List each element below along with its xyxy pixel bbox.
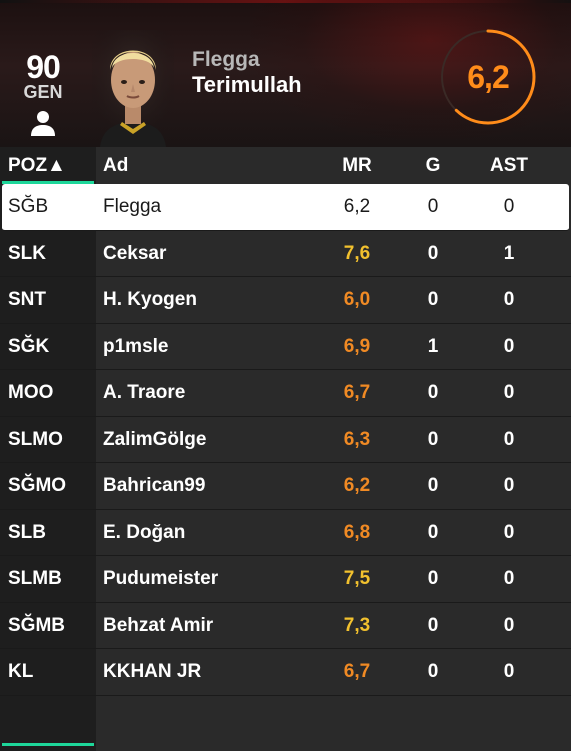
player-name: Flegga xyxy=(103,196,162,217)
position-column-footer-line xyxy=(2,743,94,746)
column-header-name[interactable]: Ad xyxy=(103,155,128,177)
table-row[interactable]: SĞMO Bahrican99 6,2 0 0 xyxy=(0,463,571,510)
player-last-name: Terimullah xyxy=(192,72,302,97)
column-header-position[interactable]: POZ▲ xyxy=(8,155,66,177)
player-match-rating: 6,2 xyxy=(343,475,371,496)
player-name: Behzat Amir xyxy=(103,614,214,636)
player-position: MOO xyxy=(8,382,54,403)
player-position: SLB xyxy=(8,521,46,543)
player-goals: 1 xyxy=(427,335,439,357)
column-header-assists[interactable]: AST xyxy=(480,155,538,177)
player-match-rating: 6,7 xyxy=(343,382,371,403)
player-assists: 0 xyxy=(503,661,515,682)
overall-label: GEN xyxy=(23,82,63,102)
table-row[interactable]: SLMB Pudumeister 7,5 0 0 xyxy=(0,556,571,603)
player-name: ZalimGölge xyxy=(103,428,207,450)
player-goals: 0 xyxy=(427,614,439,636)
player-goals: 0 xyxy=(427,661,439,682)
player-position: SLMO xyxy=(8,428,63,450)
player-match-rating: 6,7 xyxy=(343,661,371,682)
player-position: SNT xyxy=(8,289,46,310)
player-assists: 0 xyxy=(503,196,515,217)
player-assists: 0 xyxy=(503,428,515,450)
player-match-rating: 6,2 xyxy=(343,196,371,217)
player-match-rating: 7,3 xyxy=(343,614,371,636)
player-goals: 0 xyxy=(427,568,439,589)
player-goals: 0 xyxy=(427,521,439,543)
player-assists: 0 xyxy=(503,289,515,310)
player-position: SĞB xyxy=(8,196,49,217)
table-row[interactable]: SLB E. Doğan 6,8 0 0 xyxy=(0,510,571,556)
player-name-block: Flegga Terimullah xyxy=(192,48,302,97)
player-position: SLMB xyxy=(8,568,62,589)
player-assists: 1 xyxy=(503,242,515,264)
table-row[interactable]: MOO A. Traore 6,7 0 0 xyxy=(0,370,571,417)
overall-rating: 90 GEN xyxy=(14,50,72,101)
column-header-goals[interactable]: G xyxy=(412,155,454,177)
player-name: A. Traore xyxy=(103,382,186,403)
player-name: Ceksar xyxy=(103,242,167,264)
player-goals: 0 xyxy=(427,242,439,264)
player-assists: 0 xyxy=(503,335,515,357)
player-goals: 0 xyxy=(427,196,439,217)
overall-value: 90 xyxy=(26,49,61,85)
player-goals: 0 xyxy=(427,475,439,496)
player-header: 90 GEN Flegga Terimullah 6,2 xyxy=(0,0,571,147)
person-icon[interactable] xyxy=(29,109,57,137)
player-match-rating: 7,6 xyxy=(343,242,371,264)
table-body: SĞB Flegga 6,2 0 0 SLK Ceksar 7,6 0 1 SNT H. Kyogen… xyxy=(0,184,571,696)
table-row[interactable]: SĞMB Behzat Amir 7,3 0 0 xyxy=(0,603,571,649)
player-name: Pudumeister xyxy=(103,568,219,589)
player-assists: 0 xyxy=(503,475,515,496)
table-row[interactable]: SLK Ceksar 7,6 0 1 xyxy=(0,231,571,277)
table-row[interactable]: SĞK p1msle 6,9 1 0 xyxy=(0,324,571,370)
player-position: SĞK xyxy=(8,335,50,357)
player-name: Bahrican99 xyxy=(103,475,206,496)
player-match-rating: 6,0 xyxy=(343,289,371,310)
player-goals: 0 xyxy=(427,428,439,450)
player-position: SLK xyxy=(8,242,46,264)
player-goals: 0 xyxy=(427,382,439,403)
column-header-match-rating[interactable]: MR xyxy=(326,155,388,177)
player-assists: 0 xyxy=(503,382,515,403)
player-assists: 0 xyxy=(503,614,515,636)
player-name: H. Kyogen xyxy=(103,289,197,310)
player-match-rating: 6,3 xyxy=(343,428,371,450)
player-goals: 0 xyxy=(427,289,439,310)
player-position: SĞMO xyxy=(8,475,67,496)
player-position: SĞMB xyxy=(8,614,65,636)
table-header-row: POZ▲ Ad MR G AST xyxy=(0,147,571,184)
player-name: E. Doğan xyxy=(103,521,186,543)
player-portrait xyxy=(92,30,174,147)
table-row[interactable]: SLMO ZalimGölge 6,3 0 0 xyxy=(0,417,571,463)
player-name: KKHAN JR xyxy=(103,661,202,682)
table-row[interactable]: KL KKHAN JR 6,7 0 0 xyxy=(0,649,571,696)
player-match-rating: 7,5 xyxy=(343,568,371,589)
player-first-name: Flegga xyxy=(192,48,260,71)
player-position: KL xyxy=(8,661,34,682)
player-assists: 0 xyxy=(503,521,515,543)
player-match-rating: 6,9 xyxy=(343,335,371,357)
player-match-rating: 6,8 xyxy=(343,521,371,543)
player-name: p1msle xyxy=(103,335,169,357)
table-row[interactable]: SĞB Flegga 6,2 0 0 xyxy=(2,184,569,231)
player-assists: 0 xyxy=(503,568,515,589)
table-row[interactable]: SNT H. Kyogen 6,0 0 0 xyxy=(0,277,571,324)
match-rating-value: 6,2 xyxy=(467,59,509,95)
player-ratings-table: POZ▲ Ad MR G AST SĞB Flegga 6,2 0 0 SLK Ceksar… xyxy=(0,147,571,751)
